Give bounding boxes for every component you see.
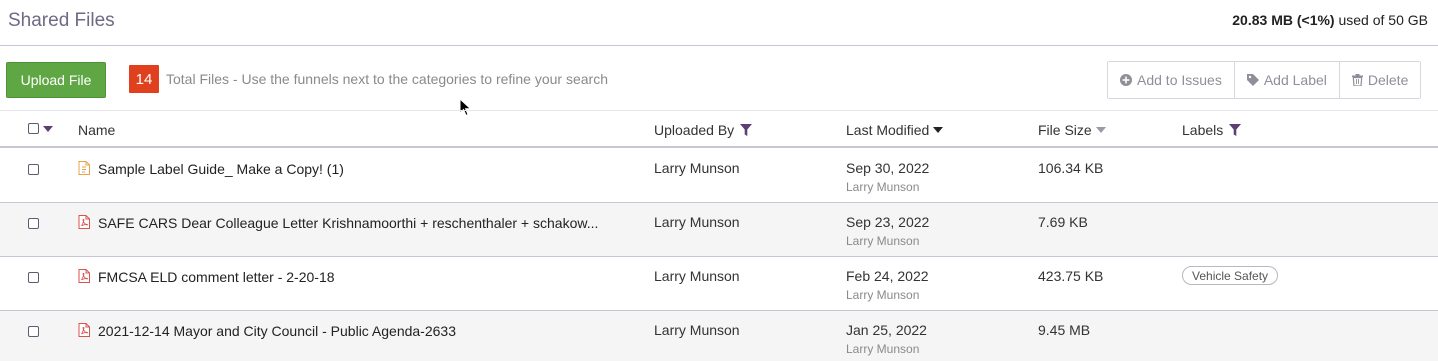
modified-by: Larry Munson	[846, 234, 920, 248]
file-size: 423.75 KB	[1038, 268, 1104, 284]
plus-circle-icon	[1120, 74, 1132, 86]
pdf-file-icon	[78, 323, 90, 337]
uploaded-by: Larry Munson	[654, 322, 740, 338]
upload-file-button[interactable]: Upload File	[6, 62, 106, 98]
column-file-size-label: File Size	[1038, 122, 1092, 138]
uploaded-by: Larry Munson	[654, 160, 740, 176]
table-header: Name Uploaded By Last Modified File Size…	[0, 110, 1438, 148]
modified-by: Larry Munson	[846, 342, 920, 356]
modified-date: Sep 23, 2022	[846, 214, 930, 230]
row-checkbox[interactable]	[28, 326, 39, 337]
modified-by: Larry Munson	[846, 180, 920, 194]
column-last-modified-label: Last Modified	[846, 122, 930, 138]
page-title: Shared Files	[8, 10, 115, 31]
file-size: 106.34 KB	[1038, 160, 1104, 176]
column-header-last-modified[interactable]: Last Modified	[846, 122, 944, 138]
uploaded-by: Larry Munson	[654, 268, 740, 284]
add-label-label: Add Label	[1263, 72, 1327, 88]
sort-desc-icon[interactable]	[933, 126, 944, 134]
storage-usage: 20.83 MB (<1%) used of 50 GB	[1232, 12, 1428, 28]
bulk-actions-group: Add to Issues Add Label Delete	[1107, 61, 1422, 99]
label-badge[interactable]: Vehicle Safety	[1182, 266, 1279, 285]
document-file-icon	[78, 161, 90, 175]
total-files-hint: Total Files - Use the funnels next to th…	[166, 71, 609, 87]
select-all-checkbox[interactable]	[28, 123, 39, 134]
file-name-link[interactable]: 2021-12-14 Mayor and City Council - Publ…	[98, 323, 456, 339]
table-row[interactable]: Sample Label Guide_ Make a Copy! (1) Lar…	[0, 149, 1438, 203]
modified-date: Jan 25, 2022	[846, 322, 927, 338]
file-name-link[interactable]: SAFE CARS Dear Colleague Letter Krishnam…	[98, 215, 598, 231]
add-to-issues-label: Add to Issues	[1137, 72, 1222, 88]
pdf-file-icon	[78, 269, 90, 283]
page-header: Shared Files 20.83 MB (<1%) used of 50 G…	[0, 0, 1438, 46]
delete-label: Delete	[1367, 72, 1409, 88]
column-labels-label: Labels	[1182, 122, 1224, 138]
file-size: 7.69 KB	[1038, 214, 1088, 230]
table-row[interactable]: 2021-12-14 Mayor and City Council - Publ…	[0, 311, 1438, 361]
storage-quota-text: used of 50 GB	[1334, 12, 1428, 28]
file-size: 9.45 MB	[1038, 322, 1091, 338]
modified-by: Larry Munson	[846, 288, 920, 302]
toolbar: Upload File 14 Total Files - Use the fun…	[0, 46, 1438, 117]
file-count-badge: 14	[129, 65, 159, 93]
table-row[interactable]: FMCSA ELD comment letter - 2-20-18 Larry…	[0, 257, 1438, 311]
tag-icon	[1246, 74, 1259, 86]
delete-button[interactable]: Delete	[1339, 62, 1421, 98]
row-checkbox[interactable]	[28, 218, 39, 229]
column-header-name[interactable]: Name	[78, 122, 115, 138]
filter-funnel-icon[interactable]	[740, 124, 753, 136]
table-row[interactable]: SAFE CARS Dear Colleague Letter Krishnam…	[0, 203, 1438, 257]
row-checkbox[interactable]	[28, 164, 39, 175]
filter-funnel-icon[interactable]	[1229, 124, 1242, 136]
chevron-down-icon[interactable]	[43, 125, 53, 133]
sort-icon[interactable]	[1095, 126, 1106, 134]
column-uploaded-by-label: Uploaded By	[654, 122, 735, 138]
column-name-label: Name	[78, 122, 116, 138]
add-to-issues-button[interactable]: Add to Issues	[1108, 62, 1235, 98]
column-header-uploaded-by[interactable]: Uploaded By	[654, 122, 753, 138]
pdf-file-icon	[78, 215, 90, 229]
uploaded-by: Larry Munson	[654, 214, 740, 230]
modified-date: Sep 30, 2022	[846, 160, 930, 176]
add-label-button[interactable]: Add Label	[1234, 62, 1340, 98]
modified-date: Feb 24, 2022	[846, 268, 929, 284]
row-checkbox[interactable]	[28, 272, 39, 283]
column-header-labels[interactable]: Labels	[1182, 122, 1242, 138]
storage-used-value: 20.83 MB (<1%)	[1232, 12, 1335, 28]
file-name-link[interactable]: FMCSA ELD comment letter - 2-20-18	[98, 269, 335, 285]
select-all-control[interactable]	[28, 123, 53, 134]
column-header-file-size[interactable]: File Size	[1038, 122, 1106, 138]
trash-icon	[1351, 74, 1363, 86]
file-name-link[interactable]: Sample Label Guide_ Make a Copy! (1)	[98, 161, 344, 177]
